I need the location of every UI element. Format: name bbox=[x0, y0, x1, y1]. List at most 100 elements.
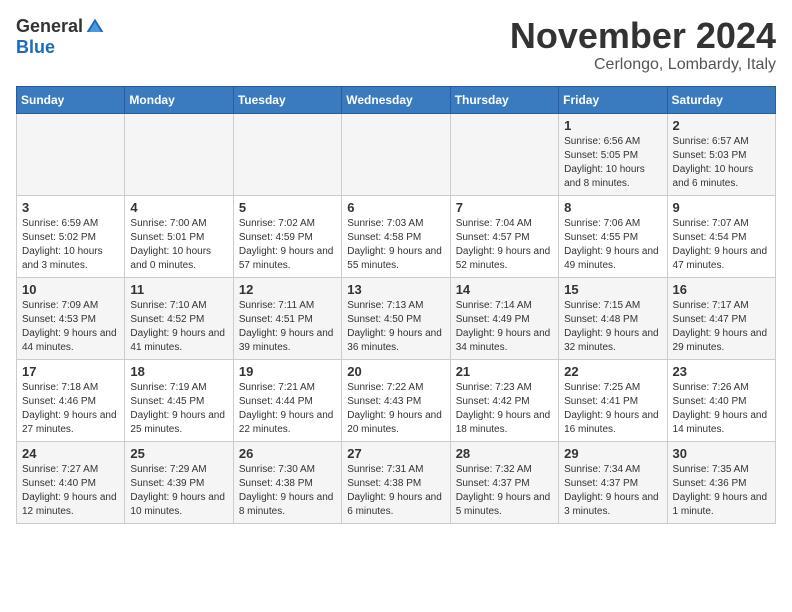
day-number: 9 bbox=[673, 200, 770, 215]
day-info: Sunrise: 7:21 AM Sunset: 4:44 PM Dayligh… bbox=[239, 381, 336, 437]
day-number: 19 bbox=[239, 364, 336, 379]
calendar-week-row: 17 Sunrise: 7:18 AM Sunset: 4:46 PM Dayli… bbox=[17, 359, 776, 441]
logo-blue: Blue bbox=[16, 37, 55, 58]
day-number: 13 bbox=[347, 282, 444, 297]
table-row: 6Sunrise: 7:03 AM Sunset: 4:58 PM Daylig… bbox=[342, 195, 450, 277]
table-row: 4 Sunrise: 7:00 AM Sunset: 5:01 PM Daylig… bbox=[125, 195, 233, 277]
header-saturday: Saturday bbox=[667, 86, 775, 113]
calendar-week-row: 1Sunrise: 6:56 AM Sunset: 5:05 PM Daylig… bbox=[17, 113, 776, 195]
month-title: November 2024 bbox=[510, 16, 776, 56]
table-row bbox=[17, 113, 125, 195]
day-info: Sunrise: 7:34 AM Sunset: 4:37 PM Dayligh… bbox=[564, 463, 661, 519]
day-info: Sunrise: 7:23 AM Sunset: 4:42 PM Dayligh… bbox=[456, 381, 553, 437]
logo-general: General bbox=[16, 16, 83, 37]
day-info: Sunrise: 7:09 AM Sunset: 4:53 PM Dayligh… bbox=[22, 299, 119, 355]
header-friday: Friday bbox=[559, 86, 667, 113]
day-number: 8 bbox=[564, 200, 661, 215]
day-number: 23 bbox=[673, 364, 770, 379]
day-number: 2 bbox=[673, 118, 770, 133]
day-number: 30 bbox=[673, 446, 770, 461]
table-row: 23 Sunrise: 7:26 AM Sunset: 4:40 PM Dayli… bbox=[667, 359, 775, 441]
table-row: 1Sunrise: 6:56 AM Sunset: 5:05 PM Daylig… bbox=[559, 113, 667, 195]
header-monday: Monday bbox=[125, 86, 233, 113]
table-row: 20 Sunrise: 7:22 AM Sunset: 4:43 PM Dayli… bbox=[342, 359, 450, 441]
table-row: 5 Sunrise: 7:02 AM Sunset: 4:59 PM Daylig… bbox=[233, 195, 341, 277]
day-number: 10 bbox=[22, 282, 119, 297]
calendar-week-row: 10 Sunrise: 7:09 AM Sunset: 4:53 PM Dayli… bbox=[17, 277, 776, 359]
day-number: 11 bbox=[130, 282, 227, 297]
table-row: 9 Sunrise: 7:07 AM Sunset: 4:54 PM Daylig… bbox=[667, 195, 775, 277]
header-tuesday: Tuesday bbox=[233, 86, 341, 113]
day-number: 25 bbox=[130, 446, 227, 461]
logo-icon bbox=[85, 17, 105, 37]
table-row: 2 Sunrise: 6:57 AM Sunset: 5:03 PM Daylig… bbox=[667, 113, 775, 195]
table-row: 30Sunrise: 7:35 AM Sunset: 4:36 PM Dayli… bbox=[667, 441, 775, 523]
table-row: 8 Sunrise: 7:06 AM Sunset: 4:55 PM Daylig… bbox=[559, 195, 667, 277]
day-info: Sunrise: 7:11 AM Sunset: 4:51 PM Dayligh… bbox=[239, 299, 336, 355]
calendar-week-row: 3Sunrise: 6:59 AM Sunset: 5:02 PM Daylig… bbox=[17, 195, 776, 277]
header-thursday: Thursday bbox=[450, 86, 558, 113]
day-info: Sunrise: 7:07 AM Sunset: 4:54 PM Dayligh… bbox=[673, 217, 770, 273]
header-sunday: Sunday bbox=[17, 86, 125, 113]
day-info: Sunrise: 7:22 AM Sunset: 4:43 PM Dayligh… bbox=[347, 381, 444, 437]
day-info: Sunrise: 7:18 AM Sunset: 4:46 PM Dayligh… bbox=[22, 381, 119, 437]
day-number: 27 bbox=[347, 446, 444, 461]
day-info: Sunrise: 6:59 AM Sunset: 5:02 PM Dayligh… bbox=[22, 217, 119, 273]
day-info: Sunrise: 7:06 AM Sunset: 4:55 PM Dayligh… bbox=[564, 217, 661, 273]
table-row: 22 Sunrise: 7:25 AM Sunset: 4:41 PM Dayli… bbox=[559, 359, 667, 441]
day-info: Sunrise: 7:29 AM Sunset: 4:39 PM Dayligh… bbox=[130, 463, 227, 519]
day-info: Sunrise: 7:19 AM Sunset: 4:45 PM Dayligh… bbox=[130, 381, 227, 437]
day-info: Sunrise: 7:17 AM Sunset: 4:47 PM Dayligh… bbox=[673, 299, 770, 355]
table-row: 21 Sunrise: 7:23 AM Sunset: 4:42 PM Dayli… bbox=[450, 359, 558, 441]
location-subtitle: Cerlongo, Lombardy, Italy bbox=[510, 56, 776, 74]
day-number: 21 bbox=[456, 364, 553, 379]
table-row: 18 Sunrise: 7:19 AM Sunset: 4:45 PM Dayli… bbox=[125, 359, 233, 441]
logo: General Blue bbox=[16, 16, 105, 58]
day-number: 16 bbox=[673, 282, 770, 297]
day-number: 20 bbox=[347, 364, 444, 379]
day-number: 12 bbox=[239, 282, 336, 297]
day-number: 7 bbox=[456, 200, 553, 215]
table-row: 3Sunrise: 6:59 AM Sunset: 5:02 PM Daylig… bbox=[17, 195, 125, 277]
calendar-week-row: 24Sunrise: 7:27 AM Sunset: 4:40 PM Dayli… bbox=[17, 441, 776, 523]
calendar-header-row: Sunday Monday Tuesday Wednesday Thursday… bbox=[17, 86, 776, 113]
table-row: 17 Sunrise: 7:18 AM Sunset: 4:46 PM Dayli… bbox=[17, 359, 125, 441]
day-info: Sunrise: 7:32 AM Sunset: 4:37 PM Dayligh… bbox=[456, 463, 553, 519]
day-number: 5 bbox=[239, 200, 336, 215]
day-info: Sunrise: 7:31 AM Sunset: 4:38 PM Dayligh… bbox=[347, 463, 444, 519]
day-number: 29 bbox=[564, 446, 661, 461]
day-info: Sunrise: 7:25 AM Sunset: 4:41 PM Dayligh… bbox=[564, 381, 661, 437]
table-row: 12 Sunrise: 7:11 AM Sunset: 4:51 PM Dayli… bbox=[233, 277, 341, 359]
calendar-table: Sunday Monday Tuesday Wednesday Thursday… bbox=[16, 86, 776, 524]
title-section: November 2024 Cerlongo, Lombardy, Italy bbox=[510, 16, 776, 74]
table-row bbox=[450, 113, 558, 195]
table-row: 15 Sunrise: 7:15 AM Sunset: 4:48 PM Dayli… bbox=[559, 277, 667, 359]
day-info: Sunrise: 7:03 AM Sunset: 4:58 PM Dayligh… bbox=[347, 217, 444, 273]
day-info: Sunrise: 7:26 AM Sunset: 4:40 PM Dayligh… bbox=[673, 381, 770, 437]
table-row: 7 Sunrise: 7:04 AM Sunset: 4:57 PM Daylig… bbox=[450, 195, 558, 277]
table-row: 26Sunrise: 7:30 AM Sunset: 4:38 PM Dayli… bbox=[233, 441, 341, 523]
day-info: Sunrise: 7:13 AM Sunset: 4:50 PM Dayligh… bbox=[347, 299, 444, 355]
day-info: Sunrise: 7:30 AM Sunset: 4:38 PM Dayligh… bbox=[239, 463, 336, 519]
day-number: 15 bbox=[564, 282, 661, 297]
day-number: 14 bbox=[456, 282, 553, 297]
day-info: Sunrise: 7:02 AM Sunset: 4:59 PM Dayligh… bbox=[239, 217, 336, 273]
day-number: 22 bbox=[564, 364, 661, 379]
table-row bbox=[125, 113, 233, 195]
day-number: 1 bbox=[564, 118, 661, 133]
day-number: 28 bbox=[456, 446, 553, 461]
day-number: 18 bbox=[130, 364, 227, 379]
day-info: Sunrise: 6:57 AM Sunset: 5:03 PM Dayligh… bbox=[673, 135, 770, 191]
day-number: 17 bbox=[22, 364, 119, 379]
table-row: 10 Sunrise: 7:09 AM Sunset: 4:53 PM Dayli… bbox=[17, 277, 125, 359]
table-row: 14Sunrise: 7:14 AM Sunset: 4:49 PM Dayli… bbox=[450, 277, 558, 359]
table-row: 25 Sunrise: 7:29 AM Sunset: 4:39 PM Dayli… bbox=[125, 441, 233, 523]
day-number: 24 bbox=[22, 446, 119, 461]
day-info: Sunrise: 7:15 AM Sunset: 4:48 PM Dayligh… bbox=[564, 299, 661, 355]
day-info: Sunrise: 7:00 AM Sunset: 5:01 PM Dayligh… bbox=[130, 217, 227, 273]
table-row bbox=[342, 113, 450, 195]
table-row: 27 Sunrise: 7:31 AM Sunset: 4:38 PM Dayli… bbox=[342, 441, 450, 523]
table-row: 16 Sunrise: 7:17 AM Sunset: 4:47 PM Dayli… bbox=[667, 277, 775, 359]
day-number: 4 bbox=[130, 200, 227, 215]
day-info: Sunrise: 7:04 AM Sunset: 4:57 PM Dayligh… bbox=[456, 217, 553, 273]
